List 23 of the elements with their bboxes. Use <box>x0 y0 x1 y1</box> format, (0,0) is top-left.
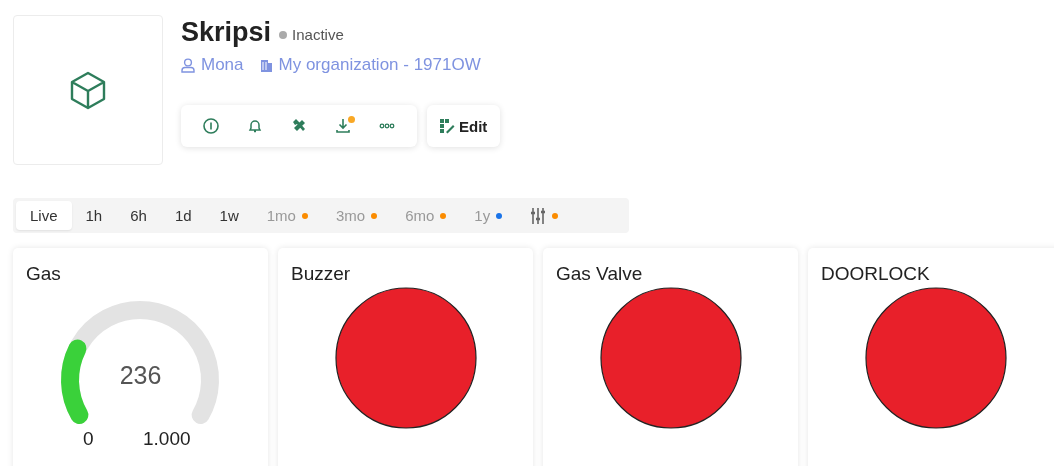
device-title: Skripsi <box>181 17 272 48</box>
gauge-max-label: 1.000 <box>143 428 191 450</box>
widget-title: Buzzer <box>291 263 351 285</box>
sliders-icon <box>530 206 547 225</box>
gauge-min-label: 0 <box>83 428 94 450</box>
gauge-value: 236 <box>118 361 163 390</box>
download-icon <box>334 117 352 135</box>
widget-title: Gas <box>26 263 61 285</box>
info-icon <box>202 117 220 135</box>
time-range-tab[interactable]: 6h <box>116 201 161 230</box>
building-icon <box>259 57 273 73</box>
time-range-tab[interactable]: 1h <box>71 201 117 230</box>
time-range-tab[interactable]: 1w <box>205 201 253 230</box>
cube-icon <box>68 70 108 110</box>
status-label: Inactive <box>279 26 344 43</box>
widget-title: Gas Valve <box>556 263 643 285</box>
user-icon <box>181 57 195 73</box>
widget-title: DOORLOCK <box>821 263 930 285</box>
bell-icon <box>246 117 264 135</box>
time-range-tab[interactable]: 1d <box>160 201 206 230</box>
time-range-tab[interactable]: Live <box>16 201 72 230</box>
edit-button[interactable]: Edit <box>427 105 501 147</box>
edit-icon <box>439 118 455 134</box>
